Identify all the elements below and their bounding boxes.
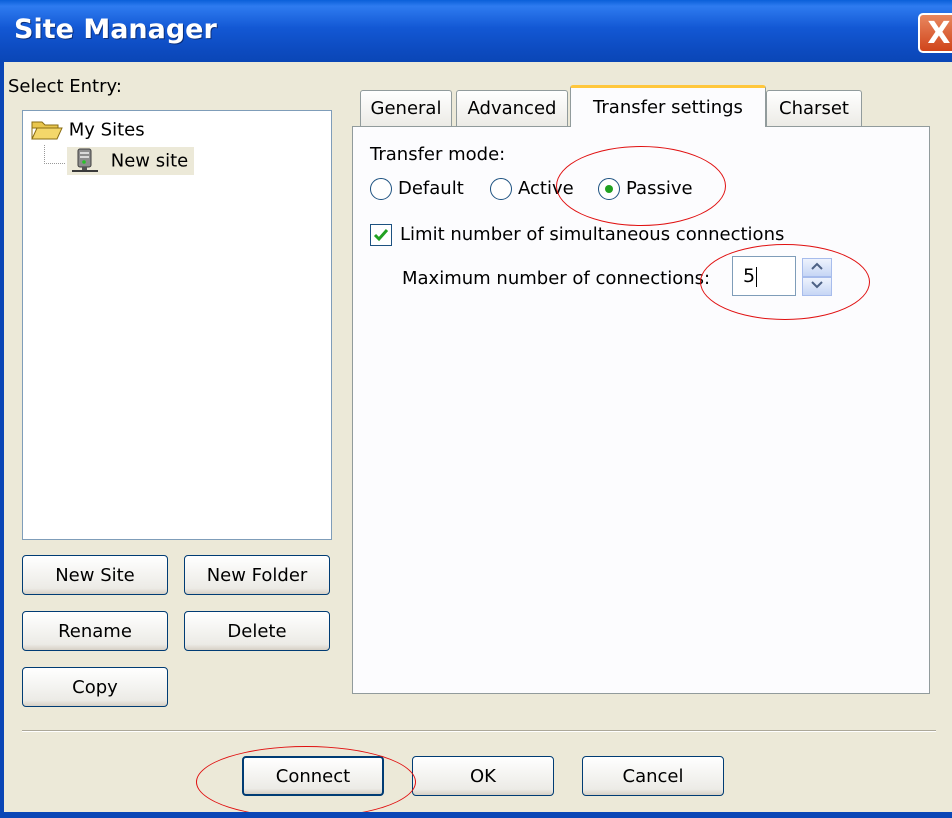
max-connections-label: Maximum number of connections: xyxy=(402,268,711,289)
limit-connections-label: Limit number of simultaneous connections xyxy=(400,224,785,245)
window-frame-left xyxy=(0,62,4,818)
tree-item-new-site[interactable]: New site xyxy=(67,147,195,175)
rename-button[interactable]: Rename xyxy=(22,611,168,651)
close-icon[interactable]: X xyxy=(918,13,952,53)
select-entry-label: Select Entry: xyxy=(8,76,122,97)
radio-default[interactable] xyxy=(370,178,392,200)
delete-button[interactable]: Delete xyxy=(184,611,330,651)
cancel-button[interactable]: Cancel xyxy=(582,756,724,796)
tab-advanced[interactable]: Advanced xyxy=(456,90,568,126)
tree-connector xyxy=(44,145,65,164)
annotation-ellipse-connect xyxy=(196,746,416,818)
site-tree[interactable]: My Sites New site xyxy=(22,110,332,540)
annotation-ellipse-max-connections xyxy=(700,244,870,320)
tree-item-my-sites[interactable]: My Sites xyxy=(31,119,145,141)
window-title: Site Manager xyxy=(14,14,217,45)
tree-item-label: My Sites xyxy=(68,119,145,141)
transfer-mode-label: Transfer mode: xyxy=(370,144,506,165)
copy-button[interactable]: Copy xyxy=(22,667,168,707)
new-folder-button[interactable]: New Folder xyxy=(184,555,330,595)
folder-open-icon xyxy=(31,121,63,140)
tab-general[interactable]: General xyxy=(360,90,452,126)
ok-button[interactable]: OK xyxy=(412,756,554,796)
tree-item-label: New site xyxy=(110,150,189,172)
server-icon xyxy=(72,148,98,172)
annotation-ellipse-passive xyxy=(556,146,726,226)
window-frame-bottom xyxy=(0,812,952,818)
check-icon xyxy=(373,229,389,242)
site-manager-window: Site Manager X Select Entry: My Sites Ne… xyxy=(0,0,952,818)
limit-connections-checkbox[interactable] xyxy=(370,224,392,246)
radio-default-label: Default xyxy=(398,178,464,199)
footer-separator xyxy=(22,730,936,732)
new-site-button[interactable]: New Site xyxy=(22,555,168,595)
tab-charset[interactable]: Charset xyxy=(766,90,862,126)
tab-transfer-settings[interactable]: Transfer settings xyxy=(570,85,766,127)
title-bar[interactable]: Site Manager X xyxy=(0,0,952,62)
radio-active[interactable] xyxy=(490,178,512,200)
